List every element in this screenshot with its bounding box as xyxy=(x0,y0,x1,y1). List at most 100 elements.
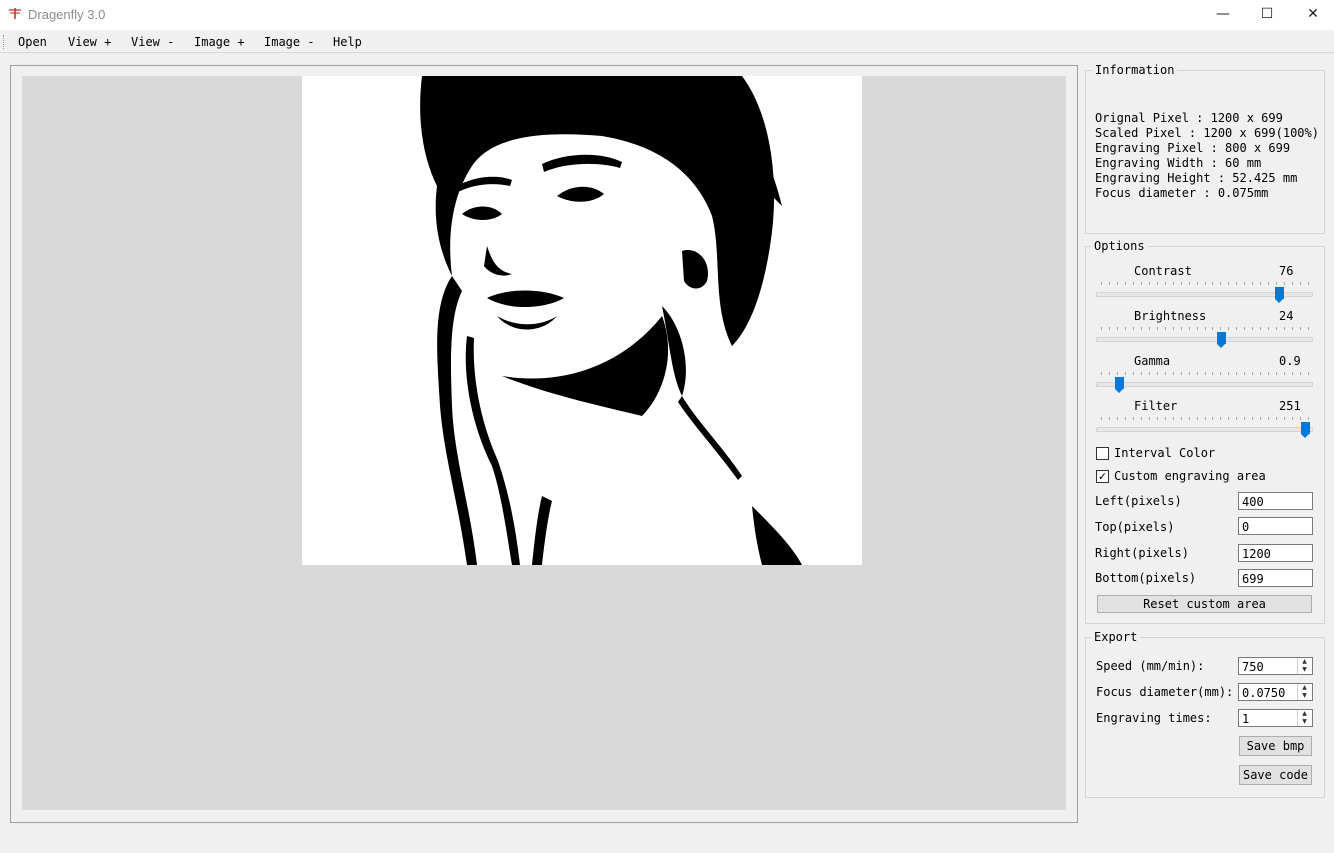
slider-tick xyxy=(1204,327,1206,330)
slider-tick xyxy=(1188,372,1190,375)
slider-tick xyxy=(1196,372,1198,375)
slider-tick xyxy=(1172,282,1174,285)
slider-tick xyxy=(1268,417,1270,420)
slider-track[interactable] xyxy=(1096,382,1313,387)
save-bmp-button[interactable]: Save bmp xyxy=(1239,736,1312,756)
slider-tick xyxy=(1108,282,1110,285)
spin-down-icon[interactable]: ▼ xyxy=(1299,666,1310,674)
minimize-button[interactable]: — xyxy=(1200,0,1246,30)
spin-up-icon[interactable]: ▲ xyxy=(1299,710,1310,718)
checkmark-icon: ✓ xyxy=(1097,470,1108,483)
interval-color-label: Interval Color xyxy=(1114,446,1216,460)
slider-tick xyxy=(1124,327,1126,330)
spin-down-icon[interactable]: ▼ xyxy=(1299,718,1310,726)
slider-tick xyxy=(1300,327,1302,330)
slider-tick xyxy=(1220,417,1222,420)
slider-tick xyxy=(1164,327,1166,330)
top-pixels-input[interactable]: 0 xyxy=(1238,517,1313,535)
slider-tick xyxy=(1204,372,1206,375)
slider-tick xyxy=(1108,417,1110,420)
slider-tick xyxy=(1116,417,1118,420)
slider-tick xyxy=(1101,417,1102,420)
slider-track[interactable] xyxy=(1096,427,1313,432)
reset-custom-area-button[interactable]: Reset custom area xyxy=(1097,595,1312,613)
maximize-button[interactable]: ☐ xyxy=(1244,0,1290,30)
slider-tick xyxy=(1228,372,1230,375)
brightness-label: Brightness xyxy=(1134,309,1207,323)
slider-tick xyxy=(1292,417,1294,420)
save-code-button[interactable]: Save code xyxy=(1239,765,1312,785)
slider-tick xyxy=(1196,327,1198,330)
interval-color-checkbox[interactable] xyxy=(1096,447,1109,460)
brightness-slider[interactable] xyxy=(1096,327,1313,349)
slider-tick xyxy=(1164,417,1166,420)
slider-tick xyxy=(1276,282,1278,285)
gamma-slider[interactable] xyxy=(1096,372,1313,394)
options-title: Options xyxy=(1091,239,1148,253)
left-pixels-input[interactable]: 400 xyxy=(1238,492,1313,510)
slider-tick xyxy=(1156,417,1158,420)
slider-thumb[interactable] xyxy=(1275,287,1284,303)
maximize-icon: ☐ xyxy=(1260,6,1274,22)
slider-tick xyxy=(1124,372,1126,375)
bottom-pixels-input[interactable]: 699 xyxy=(1238,569,1313,587)
slider-thumb[interactable] xyxy=(1115,377,1124,393)
spin-down-icon[interactable]: ▼ xyxy=(1299,692,1310,700)
slider-tick xyxy=(1252,327,1254,330)
slider-tick xyxy=(1228,327,1230,330)
custom-area-label: Custom engraving area xyxy=(1114,469,1266,483)
engraving-times-label: Engraving times: xyxy=(1096,711,1212,725)
speed-value: 750 xyxy=(1242,660,1264,674)
slider-tick xyxy=(1260,282,1262,285)
menu-open[interactable]: Open xyxy=(18,34,47,50)
spin-up-icon[interactable]: ▲ xyxy=(1299,684,1310,692)
focus-diameter-label: Focus diameter(mm): xyxy=(1096,685,1234,699)
slider-tick xyxy=(1140,417,1142,420)
filter-value: 251 xyxy=(1279,399,1301,413)
menu-image-plus[interactable]: Image + xyxy=(194,34,245,50)
slider-tick xyxy=(1244,417,1246,420)
filter-slider[interactable] xyxy=(1096,417,1313,439)
slider-tick xyxy=(1188,282,1190,285)
engraving-times-spin-buttons[interactable]: ▲ ▼ xyxy=(1297,710,1310,726)
slider-tick xyxy=(1284,372,1286,375)
info-original-pixel: Orignal Pixel : 1200 x 699 xyxy=(1095,111,1283,125)
slider-tick xyxy=(1180,327,1182,330)
menu-view-minus[interactable]: View - xyxy=(131,34,174,50)
slider-tick xyxy=(1212,417,1214,420)
slider-tick xyxy=(1276,372,1278,375)
slider-tick xyxy=(1212,372,1214,375)
slider-tick xyxy=(1276,327,1278,330)
left-pixels-label: Left(pixels) xyxy=(1095,494,1182,508)
right-pixels-input[interactable]: 1200 xyxy=(1238,544,1313,562)
slider-tick xyxy=(1268,372,1270,375)
info-engraving-pixel: Engraving Pixel : 800 x 699 xyxy=(1095,141,1291,155)
minimize-icon: — xyxy=(1216,6,1230,22)
menu-grip xyxy=(3,35,6,49)
menu-image-minus[interactable]: Image - xyxy=(264,34,315,50)
focus-diameter-spin-buttons[interactable]: ▲ ▼ xyxy=(1297,684,1310,700)
focus-diameter-value: 0.0750 xyxy=(1242,686,1286,700)
contrast-slider[interactable] xyxy=(1096,282,1313,304)
menu-help[interactable]: Help xyxy=(333,34,362,50)
custom-area-checkbox[interactable]: ✓ xyxy=(1096,470,1109,483)
slider-tick xyxy=(1164,282,1166,285)
bottom-pixels-label: Bottom(pixels) xyxy=(1095,571,1197,585)
slider-tick xyxy=(1268,327,1270,330)
close-button[interactable]: ✕ xyxy=(1290,0,1334,30)
slider-tick xyxy=(1172,327,1174,330)
slider-tick xyxy=(1101,372,1102,375)
slider-tick xyxy=(1284,282,1286,285)
menu-view-plus[interactable]: View + xyxy=(68,34,111,50)
spin-up-icon[interactable]: ▲ xyxy=(1299,658,1310,666)
slider-track[interactable] xyxy=(1096,337,1313,342)
slider-tick xyxy=(1300,372,1302,375)
info-focus-diameter: Focus diameter : 0.075mm xyxy=(1095,186,1269,200)
slider-tick xyxy=(1132,282,1134,285)
slider-thumb[interactable] xyxy=(1217,332,1226,348)
slider-tick xyxy=(1188,327,1190,330)
speed-spin-buttons[interactable]: ▲ ▼ xyxy=(1297,658,1310,674)
slider-tick xyxy=(1101,327,1102,330)
slider-thumb[interactable] xyxy=(1301,422,1310,438)
slider-tick xyxy=(1308,327,1309,330)
